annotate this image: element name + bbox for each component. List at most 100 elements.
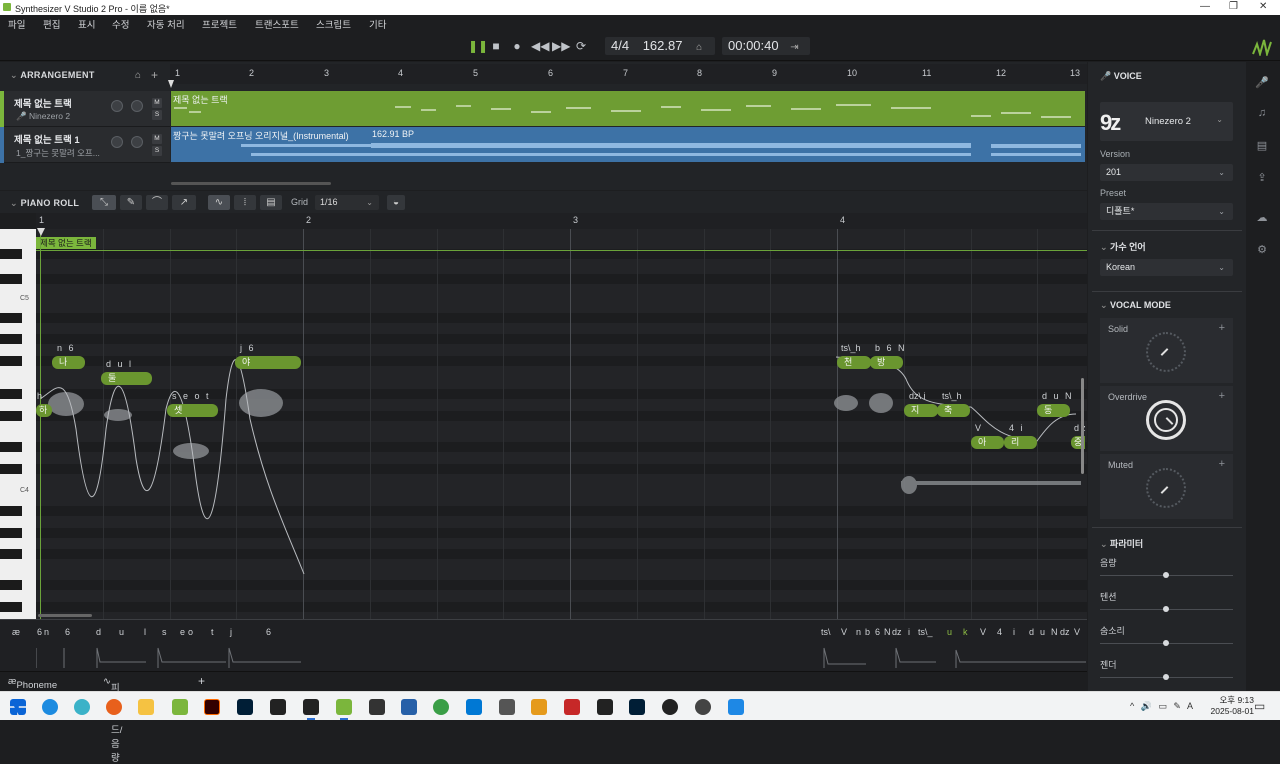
- vocal-mode-header[interactable]: ⌄ VOCAL MODE: [1100, 300, 1171, 311]
- track-row-2[interactable]: 제목 없는 트랙 1 1_짱구는 못말려 오프... M S: [0, 127, 170, 163]
- app-icon[interactable]: [74, 699, 90, 715]
- pr-vertical-scrollbar[interactable]: [1081, 378, 1084, 474]
- phoneme-item[interactable]: i: [1013, 627, 1015, 637]
- app-icon[interactable]: [531, 699, 547, 715]
- vocal-clip[interactable]: 제목 없는 트랙: [171, 91, 1085, 126]
- phoneme-item[interactable]: V: [980, 627, 986, 637]
- arr-scrollbar[interactable]: [171, 182, 331, 185]
- start-icon[interactable]: [10, 699, 26, 715]
- param-slider-handle[interactable]: [1163, 640, 1169, 646]
- pause-icon[interactable]: ❚❚: [468, 39, 488, 53]
- phoneme-item[interactable]: ts\: [821, 627, 831, 637]
- phoneme-item[interactable]: t: [211, 627, 214, 637]
- pitch-pen-icon[interactable]: ↗: [172, 195, 196, 210]
- phoneme-item[interactable]: u: [119, 627, 124, 637]
- phoneme-item[interactable]: u: [947, 627, 952, 637]
- mute-button[interactable]: M: [152, 134, 162, 144]
- voice-selector[interactable]: 9z Ninezero 2 ⌄: [1100, 102, 1233, 141]
- black-key[interactable]: [0, 274, 22, 284]
- pan-knob[interactable]: [111, 136, 123, 148]
- rewind-icon[interactable]: ◀◀: [531, 39, 549, 53]
- phoneme-timing-panel[interactable]: æ 6 n 6 d u l s e o t j 6 ts\ V n b 6 N …: [0, 619, 1087, 671]
- firefox-icon[interactable]: [106, 699, 122, 715]
- illustrator-icon[interactable]: [204, 699, 220, 715]
- phoneme-item[interactable]: n: [44, 627, 49, 637]
- track-name[interactable]: 제목 없는 트랙: [14, 96, 72, 110]
- app-icon[interactable]: [433, 699, 449, 715]
- folder-icon[interactable]: [138, 699, 154, 715]
- photoshop-icon[interactable]: [237, 699, 253, 715]
- add-icon[interactable]: +: [1219, 390, 1225, 402]
- note-dul[interactable]: 둘: [101, 372, 152, 385]
- tempo-display[interactable]: 4/4 162.87 ⌂: [605, 37, 715, 55]
- piano-keyboard[interactable]: C5 C4: [0, 229, 36, 619]
- synthv-taskbar-icon[interactable]: [336, 699, 352, 720]
- tab-phoneme-timing[interactable]: æ Phoneme Timing: [8, 676, 57, 702]
- phoneme-item[interactable]: d: [1029, 627, 1034, 637]
- playhead[interactable]: [40, 231, 41, 619]
- phoneme-item[interactable]: e: [180, 627, 185, 637]
- solid-dial[interactable]: [1146, 332, 1186, 372]
- forward-icon[interactable]: ▶▶: [552, 39, 570, 53]
- add-icon[interactable]: +: [1219, 322, 1225, 334]
- track-settings-icon[interactable]: ⌂: [135, 70, 141, 81]
- arrangement-ruler[interactable]: 1 2 3 4 5 6 7 8 9 10 11 12 13: [170, 64, 1087, 84]
- note-dong[interactable]: 동: [1037, 404, 1070, 417]
- app-icon[interactable]: [466, 699, 482, 715]
- note-ri[interactable]: 리: [1004, 436, 1037, 449]
- menu-project[interactable]: 프로젝트: [202, 17, 237, 31]
- phoneme-item[interactable]: dz: [892, 627, 902, 637]
- curve-tool-icon[interactable]: ⌒: [146, 195, 168, 210]
- preset-select[interactable]: 디폴트* ⌄: [1100, 203, 1233, 220]
- black-key[interactable]: [0, 442, 22, 452]
- black-key[interactable]: [0, 580, 22, 590]
- phoneme-item[interactable]: k: [963, 627, 968, 637]
- app-icon[interactable]: [695, 699, 711, 715]
- phoneme-item[interactable]: 6: [266, 627, 271, 637]
- app-icon[interactable]: [597, 699, 613, 715]
- menu-file[interactable]: 파일: [8, 17, 25, 31]
- vegas-active-icon[interactable]: [303, 699, 319, 720]
- black-key[interactable]: [0, 313, 22, 323]
- black-key[interactable]: [0, 549, 22, 559]
- stop-icon[interactable]: ■: [489, 39, 503, 53]
- mute-button[interactable]: M: [152, 98, 162, 108]
- phoneme-item[interactable]: ts\_: [918, 627, 933, 637]
- menu-view[interactable]: 표시: [78, 17, 95, 31]
- mode-overdrive[interactable]: Overdrive +: [1100, 386, 1233, 451]
- ime-indicator[interactable]: A: [1187, 701, 1195, 711]
- app-icon[interactable]: [499, 699, 515, 715]
- phoneme-item[interactable]: dz: [1060, 627, 1070, 637]
- menu-auto[interactable]: 자동 처리: [147, 17, 185, 31]
- note-bang[interactable]: 방: [870, 356, 903, 369]
- app-icon[interactable]: [728, 699, 744, 715]
- pan-knob[interactable]: [111, 100, 123, 112]
- black-key[interactable]: [0, 389, 22, 399]
- magnet-icon[interactable]: ◒: [387, 195, 405, 210]
- params-header[interactable]: ⌄ 파라미터: [1100, 537, 1143, 550]
- menu-script[interactable]: 스크립트: [316, 17, 351, 31]
- phoneme-item[interactable]: l: [144, 627, 146, 637]
- phoneme-item[interactable]: s: [162, 627, 167, 637]
- app-icon[interactable]: [564, 699, 580, 715]
- add-track-icon[interactable]: +: [151, 68, 158, 82]
- track-name[interactable]: 제목 없는 트랙 1: [14, 132, 80, 146]
- phoneme-item[interactable]: 6: [37, 627, 42, 637]
- view-toggle-icon[interactable]: ▤: [260, 195, 282, 210]
- note-set[interactable]: 셋: [167, 404, 218, 417]
- app-icon[interactable]: [369, 699, 385, 715]
- export-icon[interactable]: ⇪: [1255, 171, 1269, 185]
- note-a[interactable]: 아: [971, 436, 1004, 449]
- phoneme-item[interactable]: V: [841, 627, 847, 637]
- phoneme-item[interactable]: 4: [997, 627, 1002, 637]
- param-slider-handle[interactable]: [1163, 674, 1169, 680]
- phoneme-item[interactable]: N: [884, 627, 891, 637]
- phoneme-item[interactable]: u: [1040, 627, 1045, 637]
- notification-icon[interactable]: ▭: [1254, 699, 1265, 713]
- app-icon[interactable]: [172, 699, 188, 715]
- black-key[interactable]: [0, 334, 22, 344]
- note-icon[interactable]: ♫: [1255, 107, 1269, 121]
- phoneme-item[interactable]: o: [188, 627, 193, 637]
- note-na[interactable]: 나: [52, 356, 85, 369]
- phoneme-item[interactable]: V: [1074, 627, 1080, 637]
